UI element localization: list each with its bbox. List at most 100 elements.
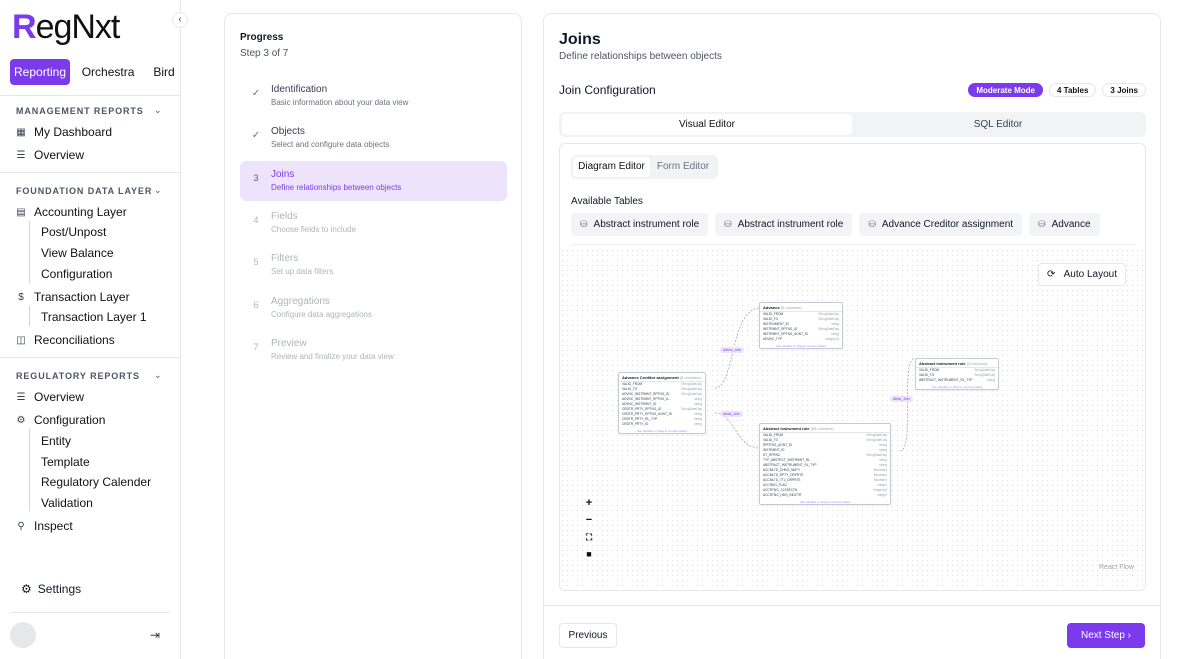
sidebar-item-configuration-regulatory[interactable]: ⚙ Configuration: [16, 413, 106, 427]
joins-count-badge: 3 Joins: [1102, 83, 1146, 97]
section-regulatory-reports[interactable]: REGULATORY REPORTS: [16, 371, 140, 381]
fit-view-icon[interactable]: ⛶: [580, 529, 598, 546]
step-filters[interactable]: 5 Filters Set up data filters: [240, 245, 507, 285]
section-foundation-data-layer[interactable]: FOUNDATION DATA LAYER: [16, 186, 152, 196]
step-title: Aggregations: [271, 296, 330, 307]
node-abstract-instrument-role-large[interactable]: Abstract instrument role (50 columns) VA…: [759, 423, 891, 505]
previous-button[interactable]: Previous: [559, 623, 617, 648]
step-title: Fields: [271, 211, 298, 222]
step-description: Review and finalize your data view: [271, 352, 394, 361]
dollar-icon: $: [18, 291, 24, 303]
step-joins[interactable]: 3 Joins Define relationships between obj…: [240, 161, 507, 201]
edge-label[interactable]: Abstr_Join: [720, 411, 743, 417]
sidebar-item-overview[interactable]: ☰ Overview: [16, 148, 85, 162]
table-chip[interactable]: ⛁ Abstract instrument role: [715, 213, 853, 236]
sidebar-item-my-dashboard[interactable]: ▦ My Dashboard: [16, 125, 112, 139]
sidebar-item-transaction-layer[interactable]: $ Transaction Layer: [16, 290, 129, 304]
chevron-down-icon[interactable]: ⌄: [154, 185, 162, 196]
sidebar-item-entity[interactable]: Entity: [41, 434, 71, 448]
table-chip[interactable]: ⛁ Advance Creditor assignment: [859, 213, 1023, 236]
node-header: Abstract instrument role (50 columns): [760, 424, 890, 433]
edge-label[interactable]: Advnc_Join: [720, 347, 745, 353]
database-icon: ⛁: [868, 219, 876, 229]
page-subtitle: Define relationships between objects: [559, 51, 722, 62]
node-footer: Use handles or drag to connect tables: [931, 385, 983, 389]
lock-icon[interactable]: ■: [580, 546, 598, 563]
tab-bird[interactable]: Bird: [144, 59, 184, 85]
tree-line: [29, 221, 30, 283]
step-description: Define relationships between objects: [271, 183, 402, 192]
sidebar-item-accounting-layer[interactable]: ▤ Accounting Layer: [16, 205, 126, 219]
database-icon: ⛁: [580, 219, 588, 229]
mode-badge: Moderate Mode: [968, 83, 1043, 97]
step-fields[interactable]: 4 Fields Choose fields to include: [240, 203, 507, 243]
available-tables: ⛁ Abstract instrument role ⛁ Abstract inst…: [571, 213, 1100, 236]
step-preview[interactable]: 7 Preview Review and finalize your data …: [240, 330, 507, 370]
node-advance-creditor-assignment[interactable]: Advance Creditor assignment (8 columns) …: [618, 372, 706, 434]
regnxt-logo[interactable]: RegNxt: [12, 8, 120, 47]
zoom-in-icon[interactable]: +: [580, 495, 598, 512]
tab-reporting[interactable]: Reporting: [10, 59, 71, 85]
tab-visual-editor[interactable]: Visual Editor: [562, 114, 852, 135]
sidebar-item-validation[interactable]: Validation: [41, 496, 93, 510]
node-footer: Use handles or drag to connect tables: [799, 500, 851, 504]
step-number: 3: [253, 173, 259, 183]
sidebar-item-view-balance[interactable]: View Balance: [41, 246, 114, 260]
tab-diagram-editor[interactable]: Diagram Editor: [573, 157, 650, 177]
next-step-button[interactable]: Next Step ›: [1067, 623, 1145, 648]
table-chip[interactable]: ⛁ Abstract instrument role: [571, 213, 709, 236]
edge-label[interactable]: Abstr_Join: [890, 396, 913, 402]
edge-abstr-join-2: [899, 357, 916, 452]
avatar[interactable]: [10, 622, 36, 648]
check-icon: ✓: [251, 130, 261, 141]
edge-abstr-join-1: [714, 412, 761, 449]
sidebar-item-reconciliations[interactable]: ◫ Reconciliations: [16, 333, 114, 347]
node-header: Abstract instrument role (3 columns): [916, 359, 998, 368]
tab-form-editor[interactable]: Form Editor: [650, 157, 716, 177]
logout-icon[interactable]: ⇥: [150, 628, 160, 642]
chevron-down-icon[interactable]: ⌄: [154, 370, 162, 381]
collapse-sidebar-button[interactable]: ‹: [172, 12, 188, 28]
table-chip[interactable]: ⛁ Advance: [1029, 213, 1100, 236]
join-configuration-title: Join Configuration: [559, 83, 656, 97]
sidebar-item-overview-regulatory[interactable]: ☰ Overview: [16, 390, 85, 404]
node-header: Advance (6 columns): [760, 303, 842, 312]
chevron-down-icon[interactable]: ⌄: [154, 105, 162, 116]
divider: [544, 605, 1160, 606]
step-objects[interactable]: ✓ Objects Select and configure data obje…: [240, 118, 507, 158]
monitor-icon: ◫: [16, 334, 26, 346]
sidebar-item-post-unpost[interactable]: Post/Unpost: [41, 225, 106, 239]
step-number: 5: [253, 257, 259, 267]
sidebar-item-template[interactable]: Template: [41, 455, 90, 469]
step-number: 4: [253, 215, 259, 225]
settings-button[interactable]: ⚙ Settings: [21, 582, 81, 596]
sidebar-item-configuration[interactable]: Configuration: [41, 267, 112, 281]
zoom-out-icon[interactable]: −: [580, 512, 598, 529]
step-aggregations[interactable]: 6 Aggregations Configure data aggregatio…: [240, 288, 507, 328]
tab-orchestra[interactable]: Orchestra: [76, 59, 140, 85]
sidebar-item-transaction-layer-1[interactable]: Transaction Layer 1: [41, 310, 147, 324]
section-management-reports[interactable]: MANAGEMENT REPORTS: [16, 106, 144, 116]
progress-title: Progress: [240, 32, 284, 43]
react-flow-attribution[interactable]: React Flow: [1099, 564, 1134, 571]
step-title: Objects: [271, 126, 305, 137]
tree-line: [29, 429, 30, 511]
chevron-right-icon: ›: [1127, 630, 1132, 641]
gear-icon: ⚙: [21, 582, 32, 596]
tab-sql-editor[interactable]: SQL Editor: [853, 114, 1143, 135]
step-identification[interactable]: ✓ Identification Basic information about…: [240, 76, 507, 116]
flow-canvas[interactable]: ⟳ Auto Layout Advnc_Join Abstr_Join Abstr…: [560, 248, 1145, 586]
chart-icon: ▤: [16, 206, 26, 218]
step-title: Identification: [271, 84, 328, 95]
editor-tabs: Visual Editor SQL Editor: [559, 112, 1146, 137]
sidebar-item-inspect[interactable]: ⚲ Inspect: [16, 519, 72, 533]
badges: Moderate Mode 4 Tables 3 Joins: [968, 83, 1146, 97]
search-icon: ⚲: [17, 520, 25, 532]
sidebar-item-regulatory-calender[interactable]: Regulatory Calender: [41, 475, 151, 489]
grid-icon: ▦: [16, 126, 26, 138]
flow-controls: + − ⛶ ■: [580, 495, 598, 563]
node-advance[interactable]: Advance (6 columns) VALID_FROM StringDate…: [759, 302, 843, 349]
divider: [571, 244, 1136, 245]
node-abstract-instrument-role-small[interactable]: Abstract instrument role (3 columns) VAL…: [915, 358, 999, 390]
step-description: Configure data aggregations: [271, 310, 372, 319]
